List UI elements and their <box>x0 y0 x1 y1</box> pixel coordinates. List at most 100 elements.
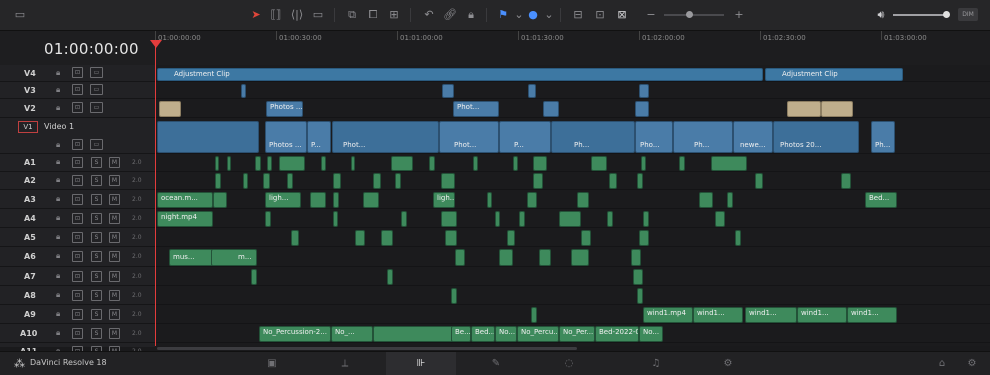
track-header-a4[interactable]: A4 🔒︎ ⊡ S M 2.0 <box>0 209 155 228</box>
photo-clip[interactable]: Ph... <box>551 121 635 153</box>
auto-select-icon[interactable]: ⊡ <box>72 102 83 113</box>
audio-clip[interactable] <box>507 230 515 246</box>
auto-select-icon[interactable]: ⊡ <box>72 67 83 78</box>
photo-clip[interactable]: newe... <box>733 121 773 153</box>
track-header-a10[interactable]: A10 🔒︎ ⊡ S M 2.0 <box>0 324 155 343</box>
photo-clip[interactable]: Ph... <box>871 121 895 153</box>
audio-clip[interactable]: No... <box>495 326 517 342</box>
layout-icon[interactable]: ▭ <box>9 6 31 23</box>
auto-select-icon[interactable]: ⊡ <box>72 271 83 282</box>
audio-clip[interactable] <box>215 156 219 171</box>
photo-clip[interactable]: P... <box>307 121 331 153</box>
audio-clip[interactable]: wind1... <box>797 307 847 323</box>
photo-clip[interactable]: Photos ... <box>266 101 303 117</box>
audio-clip[interactable] <box>251 269 257 285</box>
lock-icon[interactable]: 🔒︎ <box>56 213 60 223</box>
zoom-full-icon[interactable]: ⊟ <box>569 6 587 23</box>
audio-clip[interactable] <box>755 173 763 189</box>
mute-button[interactable]: M <box>109 213 120 224</box>
audio-clip[interactable] <box>429 156 435 171</box>
audio-clip[interactable] <box>727 192 733 208</box>
audio-clip[interactable] <box>395 173 401 189</box>
solo-button[interactable]: S <box>91 328 102 339</box>
audio-clip[interactable]: wind1... <box>745 307 797 323</box>
audio-clip[interactable] <box>387 269 393 285</box>
audio-clip[interactable] <box>441 211 457 227</box>
photo-clip[interactable]: Phot... <box>439 121 499 153</box>
track-header-a3[interactable]: A3 🔒︎ ⊡ S M 2.0 <box>0 190 155 209</box>
audio-clip[interactable] <box>445 230 457 246</box>
video-clip[interactable] <box>635 101 649 117</box>
track-header-a8[interactable]: A8 🔒︎ ⊡ S M 2.0 <box>0 286 155 305</box>
timeline-tracks-area[interactable]: Adjustment Clip Adjustment Clip Photos .… <box>155 65 990 347</box>
auto-select-icon[interactable]: ⊡ <box>72 139 83 150</box>
audio-clip[interactable]: m... <box>211 249 257 266</box>
audio-clip[interactable]: Bed... <box>471 326 495 342</box>
adjustment-clip[interactable]: Adjustment Clip <box>157 68 763 81</box>
dynamic-trim-icon[interactable]: ⟨|⟩ <box>288 6 306 23</box>
zoom-detail-icon[interactable]: ⊡ <box>591 6 609 23</box>
lock-icon[interactable]: 🔒︎ <box>56 85 60 95</box>
video-clip[interactable] <box>528 84 536 98</box>
audio-clip[interactable] <box>639 230 649 246</box>
replace-icon[interactable]: ⊞ <box>385 6 403 23</box>
playhead-handle[interactable] <box>150 40 162 48</box>
audio-clip[interactable] <box>637 288 643 304</box>
pointer-icon[interactable]: ➤ <box>247 6 265 23</box>
audio-clip[interactable]: ocean.m... <box>157 192 213 208</box>
audio-clip[interactable] <box>495 211 500 227</box>
audio-clip[interactable] <box>351 156 355 171</box>
solo-button[interactable]: S <box>91 309 102 320</box>
zoom-out-icon[interactable]: − <box>642 6 660 23</box>
audio-clip[interactable] <box>643 211 649 227</box>
audio-clip[interactable]: wind1... <box>847 307 897 323</box>
audio-clip[interactable] <box>609 173 617 189</box>
audio-clip[interactable] <box>487 192 492 208</box>
fusion-page-icon[interactable]: ✎ <box>484 356 508 371</box>
photo-clip[interactable]: Phot... <box>453 101 499 117</box>
zoom-in-icon[interactable]: + <box>730 6 748 23</box>
lock-icon[interactable]: 🔒︎ <box>56 157 60 167</box>
audio-clip[interactable]: ligh... <box>265 192 301 208</box>
track-visibility-icon[interactable]: ▭ <box>90 67 103 78</box>
mute-button[interactable]: M <box>109 175 120 186</box>
photo-clip[interactable]: Phot... <box>332 121 439 153</box>
lock-icon[interactable]: 🔒︎ <box>56 103 60 113</box>
audio-clip[interactable] <box>735 230 741 246</box>
track-header-v1[interactable]: V1 Video 1 🔒︎ ⊡ ▭ <box>0 118 155 154</box>
fairlight-page-icon[interactable]: ♫ <box>644 356 668 371</box>
audio-clip[interactable]: No_Per... <box>559 326 595 342</box>
auto-select-icon[interactable]: ⊡ <box>72 309 83 320</box>
solo-button[interactable]: S <box>91 232 102 243</box>
lock-icon[interactable]: 🔒︎ <box>56 309 60 319</box>
audio-clip[interactable] <box>441 173 455 189</box>
audio-clip[interactable] <box>373 173 381 189</box>
volume-slider-handle[interactable] <box>943 11 950 18</box>
snap-icon[interactable]: ↶ <box>420 6 438 23</box>
deliver-page-icon[interactable]: ⚙ <box>716 356 740 371</box>
lock-icon[interactable]: 🔒︎ <box>56 68 60 78</box>
track-header-a6[interactable]: A6 🔒︎ ⊡ S M 2.0 <box>0 247 155 267</box>
audio-clip[interactable] <box>243 173 248 189</box>
audio-clip[interactable] <box>363 192 379 208</box>
audio-clip[interactable]: mus... <box>169 249 213 266</box>
video-clip[interactable] <box>241 84 246 98</box>
mute-button[interactable]: M <box>109 328 120 339</box>
track-header-a9[interactable]: A9 🔒︎ ⊡ S M 2.0 <box>0 305 155 324</box>
auto-select-icon[interactable]: ⊡ <box>72 84 83 95</box>
trim-icon[interactable]: ⟦⟧ <box>267 6 285 23</box>
audio-clip[interactable] <box>355 230 365 246</box>
video-clip[interactable] <box>442 84 454 98</box>
audio-clip[interactable] <box>265 211 271 227</box>
audio-clip[interactable] <box>841 173 851 189</box>
mute-button[interactable]: M <box>109 194 120 205</box>
zoom-slider[interactable] <box>664 11 724 18</box>
lock-icon[interactable]: 🔒︎ <box>56 232 60 242</box>
lock-icon[interactable]: 🔒︎ <box>56 175 60 185</box>
video-clip[interactable] <box>543 101 559 117</box>
settings-gear-icon[interactable]: ⚙ <box>960 356 984 371</box>
solo-button[interactable]: S <box>91 157 102 168</box>
audio-clip[interactable] <box>291 230 299 246</box>
audio-clip[interactable]: No... <box>639 326 663 342</box>
audio-clip[interactable]: wind1.mp4 <box>643 307 693 323</box>
